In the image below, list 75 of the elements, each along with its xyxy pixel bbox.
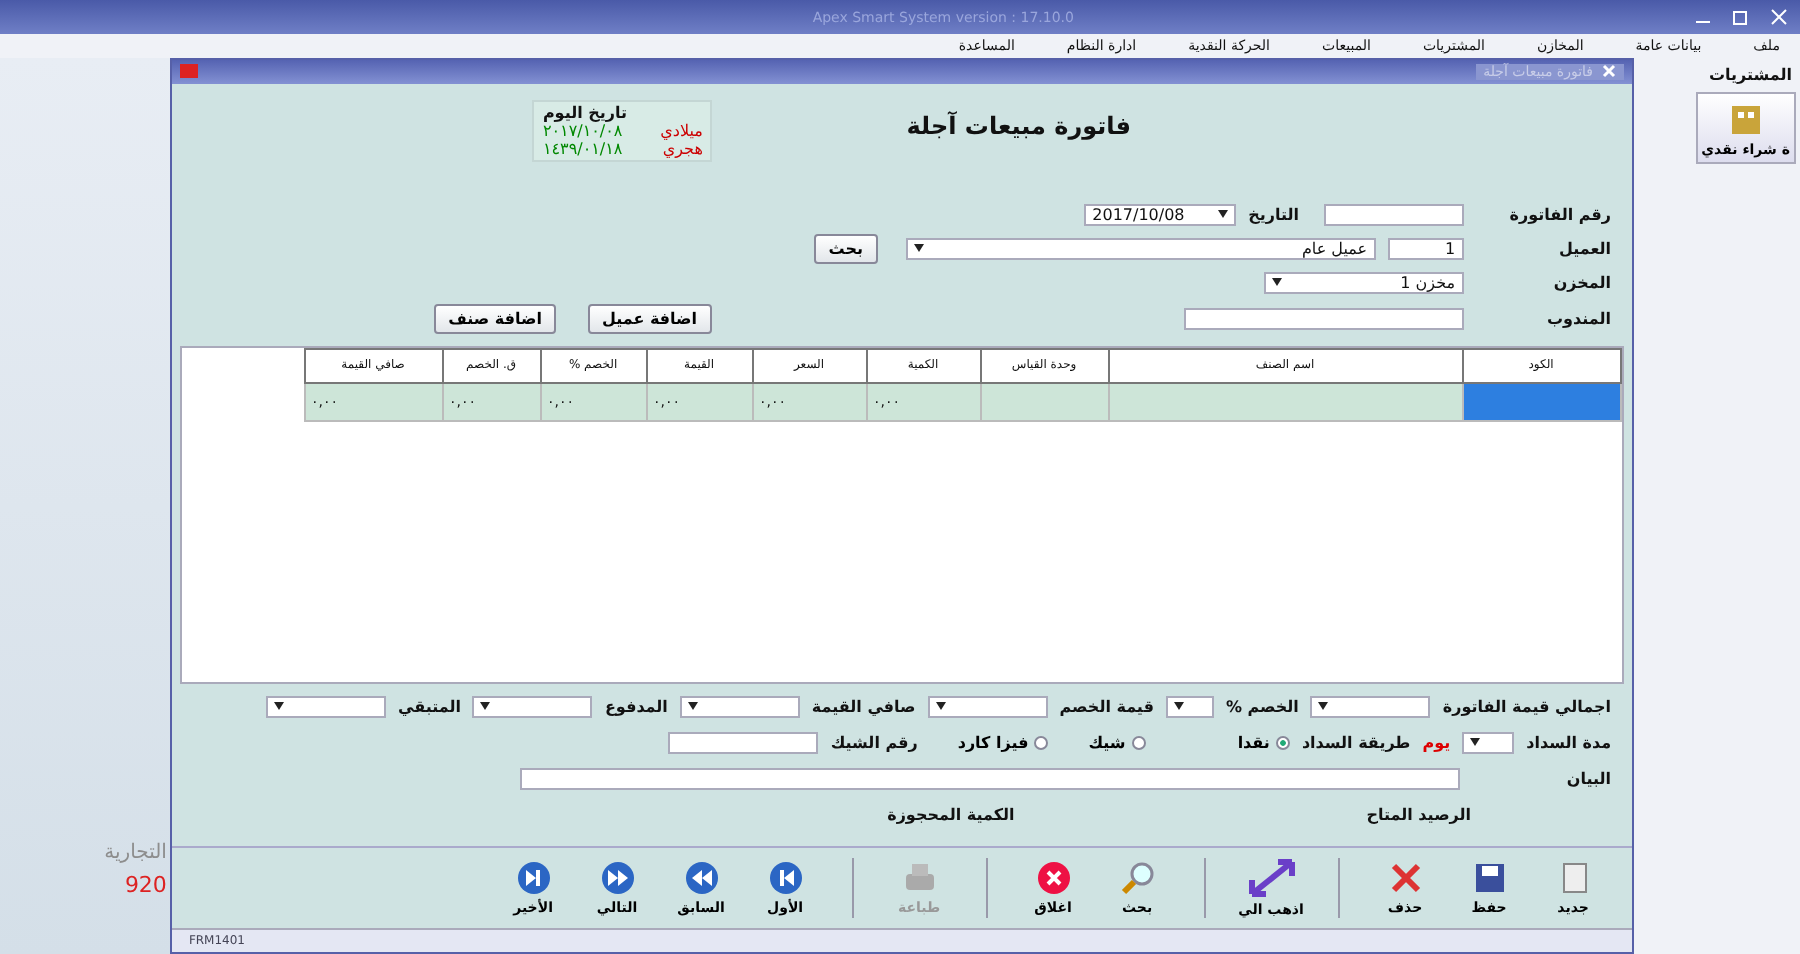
amount-field[interactable] xyxy=(472,695,593,718)
date-value: ٢٠١٧/١٠/٠٨ xyxy=(542,121,623,140)
field-label: المتبقي xyxy=(397,697,461,716)
field-label: الخصم % xyxy=(1225,697,1299,716)
close-icon xyxy=(1035,859,1072,896)
field-label: رقم الفاتورة xyxy=(1507,205,1612,224)
payment-radio[interactable]: شيك xyxy=(1088,733,1146,752)
panel-title: المشتريات xyxy=(1706,64,1794,88)
customer-dropdown[interactable]: عميل عام xyxy=(905,237,1376,260)
caret-icon xyxy=(935,702,946,711)
amount-field[interactable] xyxy=(927,695,1048,718)
save-icon xyxy=(1471,859,1508,896)
window-icon xyxy=(180,64,199,79)
representative-field[interactable] xyxy=(1183,308,1464,331)
caret-icon xyxy=(1271,278,1282,287)
field-label: مدة السداد xyxy=(1526,733,1612,752)
date-value: ١٤٣٩/٠١/١٨ xyxy=(542,139,623,158)
amount-field[interactable] xyxy=(679,695,800,718)
field-label: العميل xyxy=(1557,239,1612,258)
field-label: الكمية المحجوزة xyxy=(887,805,1015,824)
caret-icon xyxy=(480,702,491,711)
caret-icon xyxy=(1218,210,1229,219)
caret-icon xyxy=(1173,702,1184,711)
invoice-title: فاتورة مبيعات آجلة xyxy=(906,111,1132,140)
close-icon[interactable] xyxy=(1770,8,1788,26)
field-label: المندوب xyxy=(1545,310,1612,329)
add-customer-button[interactable]: اضافة عميل xyxy=(587,304,712,335)
customer-code-field[interactable]: 1 xyxy=(1387,237,1464,260)
field-label: قيمة الخصم xyxy=(1059,697,1154,716)
calendar-label: هجري xyxy=(662,139,703,158)
phone-number: 920 xyxy=(124,872,167,898)
payment-radio[interactable]: نقدا xyxy=(1237,733,1290,752)
field-label: طريقة السداد xyxy=(1301,733,1411,752)
table-cell[interactable] xyxy=(1108,382,1463,421)
rewind-icon xyxy=(683,859,720,896)
amount-field[interactable] xyxy=(1310,695,1431,718)
first-icon xyxy=(767,859,804,896)
amount-field[interactable] xyxy=(1165,695,1214,718)
amount-field[interactable] xyxy=(265,695,386,718)
today-label: تاريخ اليوم xyxy=(542,103,627,122)
invoice-number-field[interactable] xyxy=(1323,203,1464,226)
restore-icon[interactable] xyxy=(1732,8,1750,26)
arrow-icon xyxy=(1247,857,1296,898)
company-name: التجارية xyxy=(104,842,167,864)
field-label: اجمالي قيمة الفاتورة xyxy=(1442,697,1612,716)
field-label: المخزن xyxy=(1551,273,1612,292)
caret-icon xyxy=(1318,702,1329,711)
caret-icon xyxy=(913,244,924,253)
period-field[interactable] xyxy=(1462,731,1515,754)
add-item-button[interactable]: اضافة صنف xyxy=(434,304,556,335)
printer-icon xyxy=(901,859,938,896)
field-label: التاريخ xyxy=(1248,205,1300,224)
delete-icon xyxy=(1387,859,1424,896)
caret-icon xyxy=(687,702,698,711)
close-icon[interactable] xyxy=(1601,64,1616,79)
fast-forward-icon xyxy=(599,859,636,896)
payment-radio[interactable]: فيزا كارد xyxy=(957,733,1049,752)
table-cell[interactable] xyxy=(1462,382,1621,421)
unit-label: يوم xyxy=(1422,733,1451,752)
last-icon xyxy=(515,859,552,896)
field-label: البيان xyxy=(1564,769,1612,788)
search-icon xyxy=(1119,859,1156,896)
cheque-number-field[interactable] xyxy=(668,731,819,754)
field-label: الرصيد المتاح xyxy=(1366,805,1472,824)
date-picker[interactable]: 2017/10/08 xyxy=(1084,203,1237,226)
store-dropdown[interactable]: مخزن 1 xyxy=(1263,271,1464,294)
field-label: رقم الشيك xyxy=(830,733,918,752)
calendar-label: ميلادي xyxy=(660,121,703,140)
statement-field[interactable] xyxy=(519,767,1460,790)
caret-icon xyxy=(1470,738,1481,747)
caret-icon xyxy=(273,702,284,711)
field-label: صافي القيمة xyxy=(811,697,916,716)
field-label: المدفوع xyxy=(604,697,668,716)
search-button[interactable]: بحث xyxy=(814,233,878,264)
table-cell[interactable] xyxy=(980,382,1109,421)
